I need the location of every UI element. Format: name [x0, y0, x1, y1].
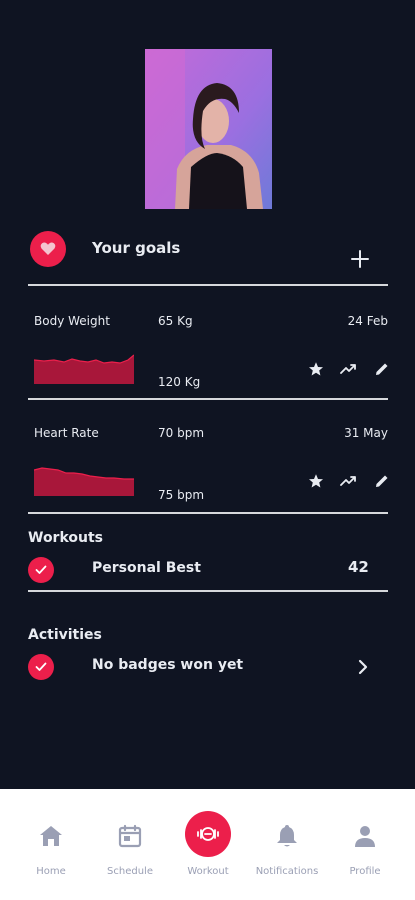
weight-sparkline	[34, 354, 134, 384]
metric-date: 24 Feb	[347, 314, 388, 328]
star-icon	[309, 474, 323, 488]
badges-open-button[interactable]	[355, 657, 371, 677]
nav-workout[interactable]: Workout	[169, 789, 247, 900]
workouts-title: Workouts	[28, 530, 104, 546]
badges-check	[28, 654, 54, 680]
profile-photo[interactable]	[145, 49, 272, 209]
nav-profile[interactable]: Profile	[326, 789, 404, 900]
metric-actions	[306, 359, 392, 379]
trending-icon	[340, 364, 356, 374]
calendar-icon	[118, 824, 142, 848]
trending-icon	[340, 476, 356, 486]
profile-photo-image	[145, 49, 272, 209]
check-icon	[35, 565, 47, 574]
activities-title: Activities	[28, 627, 102, 643]
personal-best-check	[28, 557, 54, 583]
metric-value: 70 bpm	[158, 426, 205, 440]
nav-notifications[interactable]: Notifications	[248, 789, 326, 900]
app-screen: Your goals Body Weight 65 Kg 24 Feb 120 …	[0, 0, 415, 900]
metric-actions	[306, 471, 392, 491]
heart-icon	[40, 242, 56, 255]
goals-title: Your goals	[92, 239, 181, 257]
metric-target: 120 Kg	[158, 375, 201, 389]
bottom-nav: Home Schedule Workout Notifications Prof…	[0, 789, 415, 900]
nav-schedule[interactable]: Schedule	[91, 789, 169, 900]
nav-label: Schedule	[107, 866, 153, 877]
favorite-button[interactable]	[306, 471, 326, 491]
chevron-right-icon	[358, 659, 368, 675]
workout-icon	[197, 827, 219, 841]
metric-date: 31 May	[344, 426, 388, 440]
metric-value: 65 Kg	[158, 314, 193, 328]
star-icon	[309, 362, 323, 376]
divider	[28, 512, 388, 514]
metric-name: Heart Rate	[34, 426, 99, 440]
personal-best-count: 42	[348, 558, 369, 576]
home-icon	[40, 826, 62, 846]
divider	[28, 590, 388, 592]
nav-label: Workout	[187, 866, 229, 877]
badges-label[interactable]: No badges won yet	[92, 657, 243, 673]
heart-rate-sparkline	[34, 467, 134, 496]
pencil-icon	[376, 475, 388, 487]
trend-button[interactable]	[339, 359, 359, 379]
check-icon	[35, 662, 47, 671]
pencil-icon	[376, 363, 388, 375]
edit-button[interactable]	[372, 471, 392, 491]
favorite-button[interactable]	[306, 359, 326, 379]
nav-label: Profile	[349, 866, 381, 877]
goals-heart-icon	[30, 231, 66, 267]
bell-icon	[277, 825, 297, 847]
metric-target: 75 bpm	[158, 488, 205, 502]
workout-active-indicator	[185, 811, 231, 857]
nav-label: Notifications	[255, 866, 319, 877]
divider	[28, 398, 388, 400]
metric-name: Body Weight	[34, 314, 110, 328]
plus-icon	[351, 250, 369, 268]
personal-best-label[interactable]: Personal Best	[92, 560, 201, 576]
trend-button[interactable]	[339, 471, 359, 491]
edit-button[interactable]	[372, 359, 392, 379]
add-goal-button[interactable]	[349, 248, 371, 270]
user-icon	[355, 826, 375, 847]
nav-label: Home	[36, 866, 66, 877]
nav-home[interactable]: Home	[12, 789, 90, 900]
divider	[28, 284, 388, 286]
